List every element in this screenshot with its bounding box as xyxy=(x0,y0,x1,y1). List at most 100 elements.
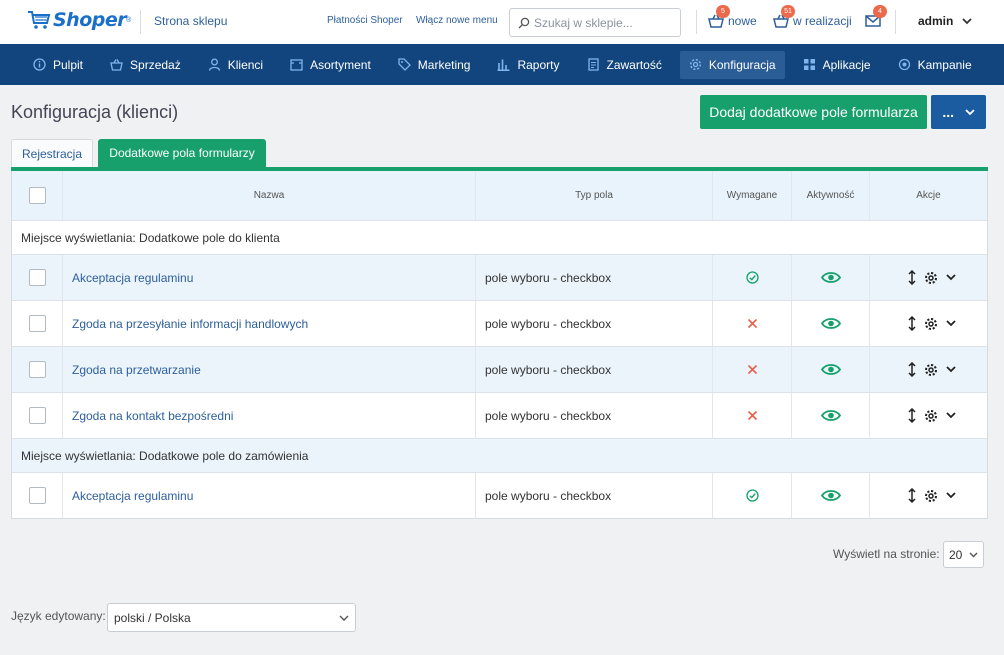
sort-handle-icon[interactable] xyxy=(907,488,916,503)
chevron-down-icon xyxy=(969,552,978,557)
basket-icon: 51 xyxy=(772,5,795,30)
messages-badge: 4 xyxy=(873,5,887,18)
nav-item-pulpit[interactable]: Pulpit xyxy=(24,51,92,79)
messages-link[interactable]: 4 xyxy=(864,5,887,30)
row-checkbox[interactable] xyxy=(28,361,46,378)
basket-icon xyxy=(110,59,123,71)
store-link[interactable]: Strona sklepu xyxy=(154,14,227,28)
new-menu-link[interactable]: Włącz nowe menu xyxy=(416,15,498,26)
required-cell xyxy=(713,393,792,438)
field-name-link[interactable]: Akceptacja regulaminu xyxy=(63,473,476,518)
row-select-cell xyxy=(12,255,63,300)
tag-icon xyxy=(398,58,411,71)
tab-rejestracja[interactable]: Rejestracja xyxy=(11,139,93,167)
table-row: Zgoda na przetwarzanie pole wyboru - che… xyxy=(12,346,987,392)
gear-icon[interactable] xyxy=(924,363,938,377)
row-checkbox[interactable] xyxy=(28,407,46,424)
nav-item-klienci[interactable]: Klienci xyxy=(199,51,272,79)
active-cell xyxy=(792,473,870,518)
field-name-link[interactable]: Akceptacja regulaminu xyxy=(63,255,476,300)
nav-label: Klienci xyxy=(227,57,264,72)
nav-item-kampanie[interactable]: Kampanie xyxy=(889,51,981,79)
gear-icon xyxy=(689,58,701,71)
gear-icon[interactable] xyxy=(924,409,938,423)
sort-handle-icon[interactable] xyxy=(907,408,916,423)
orders-processing-link[interactable]: 51 w realizacji xyxy=(772,5,852,30)
chevron-down-icon[interactable] xyxy=(945,492,956,499)
group-header: Miejsce wyświetlania: Dodatkowe pole do … xyxy=(12,438,987,472)
field-name-link[interactable]: Zgoda na przesyłanie informacji handlowy… xyxy=(63,301,476,346)
check-circle-icon xyxy=(745,271,759,284)
actions-cell xyxy=(870,255,987,300)
nav-item-asortyment[interactable]: Asortyment xyxy=(281,51,380,79)
nav-item-konfiguracja[interactable]: Konfiguracja xyxy=(679,50,785,79)
more-actions-button[interactable]: ... xyxy=(931,95,986,129)
per-page-select[interactable]: 20 xyxy=(943,541,984,568)
eye-icon[interactable] xyxy=(820,271,841,284)
search-input[interactable]: Szukaj w sklepie... xyxy=(509,8,681,37)
eye-icon[interactable] xyxy=(820,317,841,330)
field-type: pole wyboru - checkbox xyxy=(476,347,713,392)
payments-link[interactable]: Płatności Shoper xyxy=(327,15,403,26)
column-header-actions: Akcje xyxy=(916,190,941,201)
eye-icon[interactable] xyxy=(820,409,841,422)
nav-label: Zawartość xyxy=(606,57,662,72)
gear-icon[interactable] xyxy=(924,271,938,285)
nav-item-marketing[interactable]: Marketing xyxy=(389,51,480,79)
orders-new-link[interactable]: 5 nowe xyxy=(707,5,757,30)
gear-icon[interactable] xyxy=(924,317,938,331)
language-select[interactable]: polski / Polska xyxy=(107,603,356,632)
column-header-required[interactable]: Wymagane xyxy=(713,171,792,220)
tab-dodatkowe-pola[interactable]: Dodatkowe pola formularzy xyxy=(98,139,266,167)
nav-label: Raporty xyxy=(517,57,560,72)
per-page-label: Wyświetl na stronie: xyxy=(833,547,940,561)
box-icon xyxy=(290,59,303,71)
document-icon xyxy=(587,58,599,71)
required-cell xyxy=(713,473,792,518)
active-cell xyxy=(792,393,870,438)
sort-handle-icon[interactable] xyxy=(907,362,916,377)
main-navigation: Pulpit Sprzedaż Klienci Asortyment Marke… xyxy=(0,44,1004,85)
row-select-cell xyxy=(12,301,63,346)
nav-item-aplikacje[interactable]: Aplikacje xyxy=(794,51,880,79)
field-name-link[interactable]: Zgoda na przetwarzanie xyxy=(63,347,476,392)
chevron-down-icon[interactable] xyxy=(945,366,956,373)
active-cell xyxy=(792,255,870,300)
sort-handle-icon[interactable] xyxy=(907,270,916,285)
envelope-icon: 4 xyxy=(864,5,887,30)
chevron-down-icon[interactable] xyxy=(945,274,956,281)
cross-icon xyxy=(747,318,757,329)
eye-icon[interactable] xyxy=(820,489,841,502)
active-cell xyxy=(792,347,870,392)
row-select-cell xyxy=(12,347,63,392)
eye-icon[interactable] xyxy=(820,363,841,376)
separator xyxy=(895,10,896,34)
chevron-down-icon[interactable] xyxy=(945,412,956,419)
column-header-active[interactable]: Aktywność xyxy=(792,171,870,220)
nav-label: Kampanie xyxy=(917,57,972,72)
add-form-field-button[interactable]: Dodaj dodatkowe pole formularza xyxy=(700,95,927,129)
search-icon xyxy=(518,17,530,28)
column-header-type[interactable]: Typ pola xyxy=(476,171,713,220)
bar-chart-icon xyxy=(497,59,510,71)
user-icon xyxy=(208,58,220,71)
field-name-link[interactable]: Zgoda na kontakt bezpośredni xyxy=(63,393,476,438)
nav-item-sprzedaz[interactable]: Sprzedaż xyxy=(101,51,190,79)
row-checkbox[interactable] xyxy=(28,487,46,504)
row-checkbox[interactable] xyxy=(28,315,46,332)
chevron-down-icon[interactable] xyxy=(945,320,956,327)
logo-text: Shoper xyxy=(53,9,127,31)
nav-item-zawartosc[interactable]: Zawartość xyxy=(578,51,671,79)
table-row: Zgoda na kontakt bezpośredni pole wyboru… xyxy=(12,392,987,438)
separator xyxy=(696,10,697,34)
sort-handle-icon[interactable] xyxy=(907,316,916,331)
row-checkbox[interactable] xyxy=(28,269,46,286)
grid-icon xyxy=(803,59,815,70)
user-menu[interactable]: admin xyxy=(918,14,972,28)
nav-item-raporty[interactable]: Raporty xyxy=(488,51,568,79)
user-name: admin xyxy=(918,14,954,28)
shoper-logo[interactable]: Shoper ® xyxy=(27,9,131,31)
gear-icon[interactable] xyxy=(924,489,938,503)
column-header-name[interactable]: Nazwa xyxy=(63,171,476,220)
select-all-checkbox[interactable] xyxy=(28,187,46,204)
